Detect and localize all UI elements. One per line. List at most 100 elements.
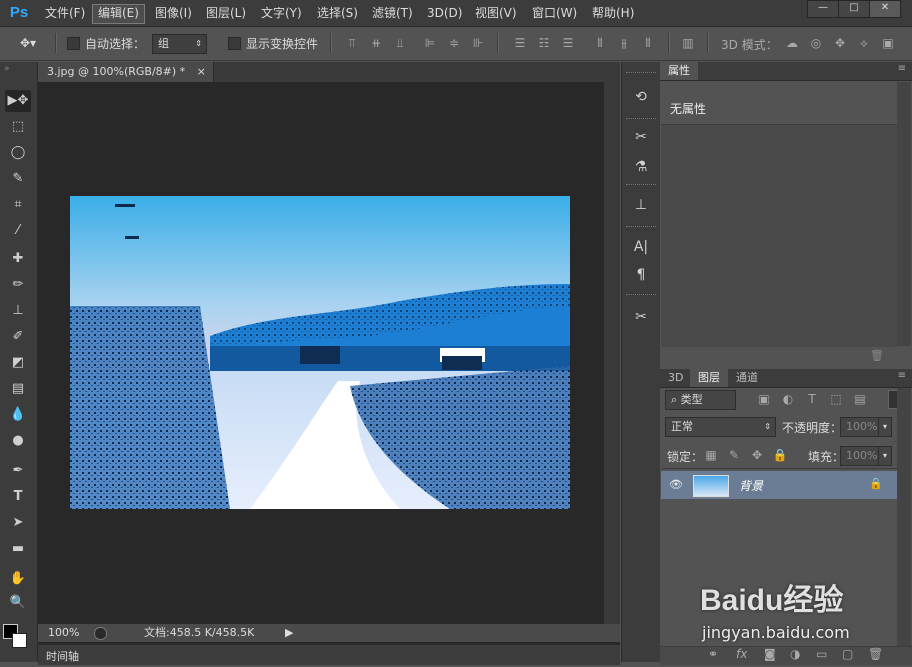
brush-presets-icon[interactable]: ✂	[630, 126, 652, 148]
brush-icon[interactable]: ✏	[5, 274, 31, 296]
layer-row[interactable]: 👁 背景 🔒	[661, 471, 897, 499]
shape-icon[interactable]: ▬	[5, 538, 31, 560]
vertical-scrollbar[interactable]	[604, 82, 620, 624]
panel-menu-icon[interactable]: ≡	[898, 370, 906, 381]
distribute-right-icon[interactable]: ⫴	[640, 35, 656, 51]
lock-transparent-icon[interactable]: ▦	[703, 447, 719, 463]
show-transform-checkbox[interactable]	[228, 37, 241, 50]
info-icon[interactable]	[94, 627, 107, 640]
menu-view[interactable]: 视图(V)	[470, 4, 522, 22]
lock-all-icon[interactable]: 🔒	[772, 447, 788, 463]
type-icon[interactable]: T	[5, 486, 31, 508]
align-top-icon[interactable]: ⫪	[344, 35, 360, 51]
menu-type[interactable]: 文字(Y)	[256, 4, 307, 22]
menu-select[interactable]: 选择(S)	[312, 4, 363, 22]
tab-layers[interactable]: 图层	[690, 369, 728, 387]
hand-icon[interactable]: ✋	[5, 568, 31, 590]
layer-filter-dropdown[interactable]: ⌕ 类型	[665, 390, 736, 410]
tab-3d[interactable]: 3D	[660, 369, 691, 387]
adjustment-layer-icon[interactable]: ◑	[790, 647, 800, 661]
distribute-hcenter-icon[interactable]: ⫵	[616, 35, 632, 51]
align-vcenter-icon[interactable]: ⧺	[368, 35, 384, 51]
clone-source-icon[interactable]: ⊥	[630, 194, 652, 216]
quick-select-icon[interactable]: ✎	[5, 168, 31, 190]
new-layer-icon[interactable]: ▢	[842, 647, 853, 661]
3d-scale-icon[interactable]: ▣	[880, 35, 896, 51]
blur-icon[interactable]: 💧	[5, 404, 31, 426]
menu-window[interactable]: 窗口(W)	[527, 4, 582, 22]
maximize-button[interactable]: □	[838, 0, 870, 18]
tool-presets-icon[interactable]: ✂	[630, 306, 652, 328]
gradient-icon[interactable]: ▤	[5, 378, 31, 400]
close-button[interactable]: ✕	[869, 0, 901, 18]
auto-select-dropdown[interactable]: 组 ⇕	[152, 34, 207, 54]
move-icon[interactable]: ▶✥	[5, 90, 31, 112]
opacity-input[interactable]: 100%	[840, 417, 879, 437]
filter-type-icon[interactable]: T	[804, 391, 820, 407]
distribute-vcenter-icon[interactable]: ☷	[536, 35, 552, 51]
layer-name[interactable]: 背景	[739, 477, 763, 494]
3d-orbit-icon[interactable]: ☁	[784, 35, 800, 51]
menu-image[interactable]: 图像(I)	[150, 4, 197, 22]
fill-input[interactable]: 100%	[840, 446, 879, 466]
history-brush-icon[interactable]: ✐	[5, 326, 31, 348]
tab-channels[interactable]: 通道	[728, 369, 766, 387]
new-group-icon[interactable]: ▭	[816, 647, 827, 661]
add-mask-icon[interactable]: ◙	[764, 647, 776, 661]
link-layers-icon[interactable]: ⚭	[708, 647, 718, 661]
menu-filter[interactable]: 滤镜(T)	[367, 4, 418, 22]
background-color-swatch[interactable]	[12, 633, 27, 648]
align-right-icon[interactable]: ⊪	[470, 35, 486, 51]
menu-file[interactable]: 文件(F)	[40, 4, 90, 22]
close-tab-icon[interactable]: ×	[197, 65, 206, 78]
canvas-image[interactable]	[70, 196, 570, 509]
history-icon[interactable]: ⟲	[630, 86, 652, 108]
collapse-icon[interactable]: »	[4, 64, 10, 74]
fill-dropdown-icon[interactable]: ▾	[878, 446, 892, 466]
align-left-icon[interactable]: ⊫	[422, 35, 438, 51]
3d-slide-icon[interactable]: ⟡	[856, 35, 872, 51]
crop-icon[interactable]: ⌗	[5, 194, 31, 216]
3d-pan-icon[interactable]: ✥	[832, 35, 848, 51]
zoom-level[interactable]: 100%	[48, 624, 79, 642]
status-menu-arrow-icon[interactable]: ▶	[285, 624, 293, 642]
healing-icon[interactable]: ✚	[5, 248, 31, 270]
paragraph-icon[interactable]: ¶	[630, 264, 652, 286]
opacity-dropdown-icon[interactable]: ▾	[878, 417, 892, 437]
pen-icon[interactable]: ✒	[5, 460, 31, 482]
align-bottom-icon[interactable]: ⫫	[392, 35, 408, 51]
lock-pixels-icon[interactable]: ✎	[726, 447, 742, 463]
marquee-icon[interactable]: ⬚	[5, 116, 31, 138]
3d-roll-icon[interactable]: ◎	[808, 35, 824, 51]
eyedropper-icon[interactable]: ⁄	[5, 220, 31, 242]
menu-3d[interactable]: 3D(D)	[422, 4, 467, 22]
align-hcenter-icon[interactable]: ≑	[446, 35, 462, 51]
menu-layer[interactable]: 图层(L)	[201, 4, 251, 22]
eraser-icon[interactable]: ◩	[5, 352, 31, 374]
delete-layer-icon[interactable]: 🗑	[868, 647, 883, 661]
lasso-icon[interactable]: ◯	[5, 142, 31, 164]
lock-position-icon[interactable]: ✥	[749, 447, 765, 463]
distribute-top-icon[interactable]: ☰	[512, 35, 528, 51]
delete-icon[interactable]: 🗑	[870, 349, 884, 362]
auto-select-checkbox[interactable]	[67, 37, 80, 50]
minimize-button[interactable]: —	[807, 0, 839, 18]
eye-icon[interactable]: 👁	[669, 478, 683, 491]
blend-mode-dropdown[interactable]: 正常 ⇕	[665, 417, 776, 437]
auto-align-icon[interactable]: ▥	[680, 35, 696, 51]
timeline-tab[interactable]: 时间轴	[46, 648, 79, 664]
fx-icon[interactable]: fx	[736, 647, 747, 661]
brush-panel-icon[interactable]: ⚗	[630, 156, 652, 178]
menu-help[interactable]: 帮助(H)	[587, 4, 639, 22]
filter-adjustment-icon[interactable]: ◐	[780, 391, 796, 407]
panel-menu-icon[interactable]: ≡	[898, 63, 906, 74]
dodge-icon[interactable]: ●	[5, 430, 31, 452]
document-tab[interactable]: 3.jpg @ 100%(RGB/8#) * ×	[38, 62, 214, 82]
filter-pixel-icon[interactable]: ▣	[756, 391, 772, 407]
stamp-icon[interactable]: ⊥	[5, 300, 31, 322]
filter-shape-icon[interactable]: ⬚	[828, 391, 844, 407]
menu-edit[interactable]: 编辑(E)	[92, 4, 145, 24]
properties-scrollbar[interactable]	[897, 82, 911, 346]
zoom-icon[interactable]: 🔍	[5, 592, 31, 614]
character-icon[interactable]: A|	[630, 236, 652, 258]
